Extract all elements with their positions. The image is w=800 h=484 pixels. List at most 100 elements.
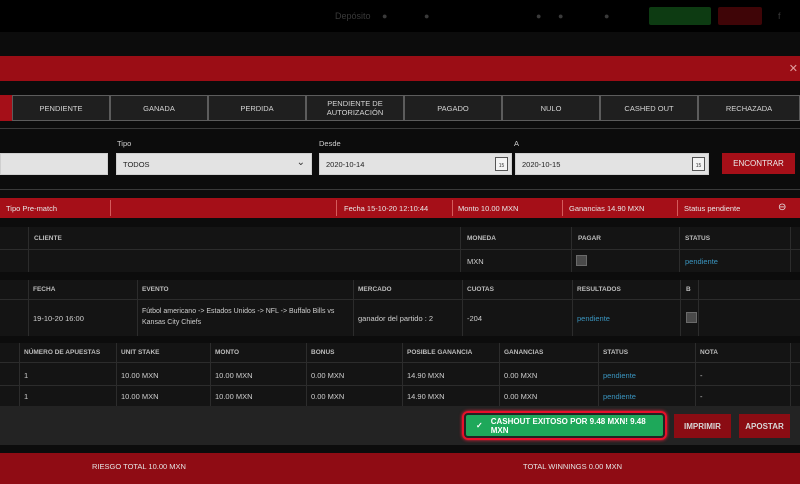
divider (28, 280, 29, 336)
to-date-input[interactable]: 2020-10-15 15 (515, 153, 709, 175)
user-icon[interactable]: ● (382, 11, 387, 21)
divider (680, 280, 681, 336)
divider (562, 200, 563, 216)
column-header: MONTO (215, 349, 240, 356)
notification-icon[interactable]: ● (424, 11, 429, 21)
from-label: Desde (319, 139, 341, 148)
divider (0, 362, 800, 363)
divider (116, 343, 117, 406)
bet-button[interactable]: APOSTAR (739, 414, 790, 438)
tab-paid[interactable]: PAGADO (404, 95, 502, 121)
flag-icon[interactable]: ● (604, 11, 609, 21)
type-select-value: TODOS (123, 159, 150, 169)
tab-void[interactable]: NULO (502, 95, 600, 121)
deposit-menu-label[interactable]: Depósito (335, 11, 371, 21)
divider (452, 200, 453, 216)
column-header: PAGAR (578, 235, 601, 242)
tab-lost[interactable]: PERDIDA (208, 95, 306, 121)
bet-status-link[interactable]: pendiente (603, 371, 636, 380)
expand-icon[interactable]: ⊖ (778, 202, 786, 213)
divider (698, 280, 699, 336)
bet-count: 1 (24, 392, 29, 401)
bet-status-link[interactable]: pendiente (603, 392, 636, 401)
divider (306, 343, 307, 406)
note: - (700, 371, 703, 380)
message-icon[interactable]: ● (558, 11, 563, 21)
tab-won[interactable]: GANADA (110, 95, 208, 121)
total-winnings: TOTAL WINNINGS 0.00 MXN (523, 462, 623, 471)
ticket-summary-bar[interactable]: Tipo Pre-match Fecha 15-10-20 12:10:44 M… (0, 198, 800, 218)
client-table: CLIENTE MONEDA PAGAR STATUS MXN pendient… (0, 227, 800, 272)
calendar-icon[interactable]: 15 (692, 157, 705, 171)
ticket-type: Tipo Pre-match (6, 204, 57, 213)
divider (110, 200, 111, 216)
status-link[interactable]: pendiente (685, 257, 718, 266)
column-header: CLIENTE (34, 235, 62, 242)
note: - (700, 392, 703, 401)
divider (0, 128, 800, 129)
type-select[interactable]: TODOS ⌄ (116, 153, 312, 175)
tab-cashed-out[interactable]: CASHED OUT (600, 95, 698, 121)
total-risk: RIESGO TOTAL 10.00 MXN (92, 462, 186, 471)
possible-earnings: 14.90 MXN (407, 392, 445, 401)
tab-all[interactable] (0, 95, 12, 121)
column-header: EVENTO (142, 286, 169, 293)
event-name-line2: Kansas City Chiefs (142, 319, 202, 326)
column-header: FECHA (33, 286, 56, 293)
earnings: 0.00 MXN (504, 392, 538, 401)
ticket-date: Fecha 15-10-20 12:10:44 (344, 204, 429, 213)
bonus: 0.00 MXN (311, 371, 345, 380)
facebook-icon[interactable]: f (778, 11, 781, 21)
search-input[interactable] (0, 153, 108, 175)
modal-header: ✕ (0, 56, 800, 81)
divider (0, 189, 800, 190)
tab-pending[interactable]: PENDIENTE (12, 95, 110, 121)
divider (462, 280, 463, 336)
earnings: 0.00 MXN (504, 371, 538, 380)
divider (677, 200, 678, 216)
result-status-link[interactable]: pendiente (577, 314, 610, 323)
column-header: POSIBLE GANANCIA (407, 349, 473, 356)
divider (353, 280, 354, 336)
column-header: GANANCIAS (504, 349, 544, 356)
ticket-amount: Monto 10.00 MXN (458, 204, 519, 213)
odds-value: -204 (467, 314, 483, 323)
from-date-input[interactable]: 2020-10-14 15 (319, 153, 512, 175)
possible-earnings: 14.90 MXN (407, 371, 445, 380)
bet-count: 1 (24, 371, 29, 380)
event-checkbox[interactable] (686, 312, 697, 323)
chevron-down-icon: ⌄ (296, 157, 305, 168)
ticket-status: Status pendiente (684, 204, 741, 213)
column-header: STATUS (685, 235, 711, 242)
column-header: RESULTADOS (577, 286, 621, 293)
calendar-icon[interactable]: 15 (495, 157, 508, 171)
currency-value: MXN (467, 257, 484, 266)
bonus: 0.00 MXN (311, 392, 345, 401)
register-button[interactable] (718, 7, 762, 25)
cashout-success-toast: ✓ CASHOUT EXITOSO POR 9.48 MXN! 9.48 MXN (462, 411, 667, 440)
top-navigation-bar: Depósito ● ● ● ● ● f (0, 0, 800, 32)
divider (0, 249, 800, 250)
tab-rejected[interactable]: RECHAZADA (698, 95, 800, 121)
status-tabs: PENDIENTE GANADA PERDIDA PENDIENTE DE AU… (0, 95, 800, 121)
toast-body: ✓ CASHOUT EXITOSO POR 9.48 MXN! 9.48 MXN (466, 415, 663, 436)
tab-pending-authorization[interactable]: PENDIENTE DE AUTORIZACIÓN (306, 95, 404, 121)
event-table: FECHA EVENTO MERCADO CUOTAS RESULTADOS B… (0, 280, 800, 336)
event-name-line1: Fútbol americano -> Estados Unidos -> NF… (142, 308, 335, 315)
column-header: MERCADO (358, 286, 392, 293)
from-date-value: 2020-10-14 (326, 159, 365, 169)
pay-checkbox[interactable] (576, 255, 587, 266)
settings-icon[interactable]: ● (536, 11, 541, 21)
divider (336, 200, 337, 216)
totals-footer: RIESGO TOTAL 10.00 MXN TOTAL WINNINGS 0.… (0, 453, 800, 484)
print-button[interactable]: IMPRIMIR (674, 414, 731, 438)
checkmark-icon: ✓ (476, 421, 483, 430)
to-label: A (514, 139, 520, 148)
divider (695, 343, 696, 406)
close-icon[interactable]: ✕ (789, 62, 798, 75)
divider (210, 343, 211, 406)
find-button[interactable]: ENCONTRAR (722, 153, 795, 174)
amount: 10.00 MXN (215, 392, 253, 401)
login-button[interactable] (649, 7, 711, 25)
amount: 10.00 MXN (215, 371, 253, 380)
